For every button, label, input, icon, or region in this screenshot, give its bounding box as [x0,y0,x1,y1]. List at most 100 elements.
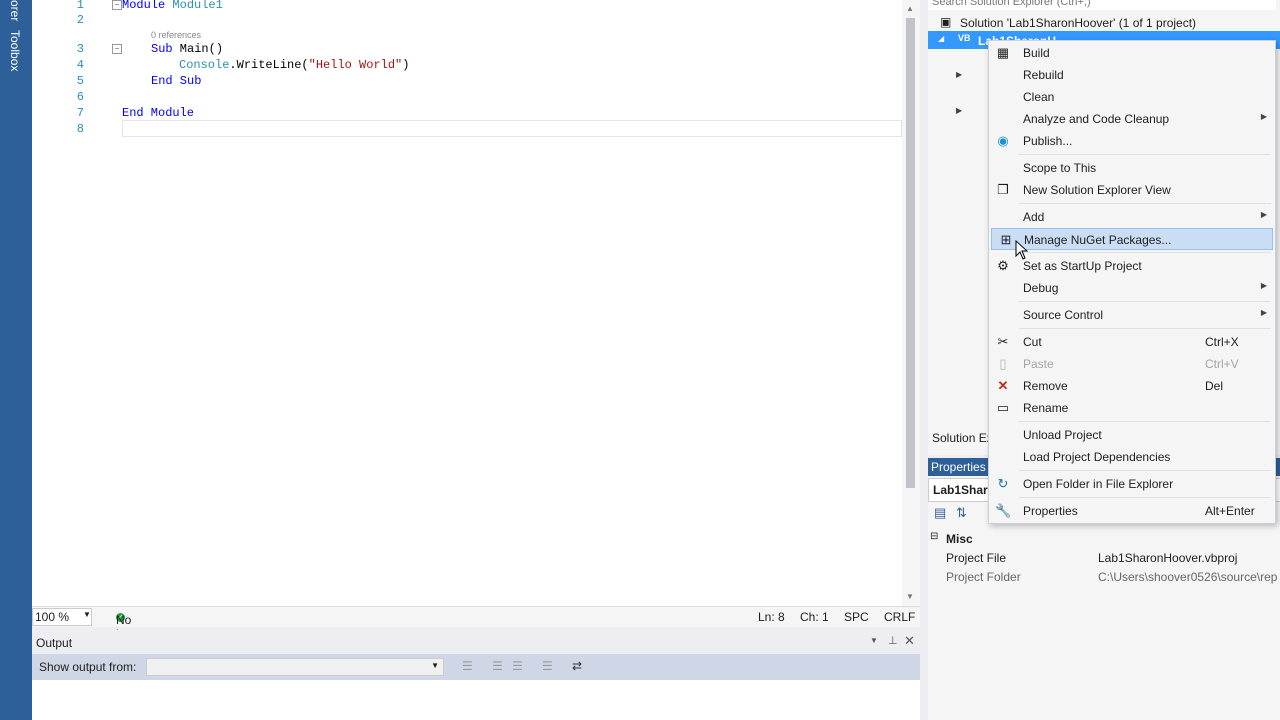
code-line-1: Module Module1 [122,0,223,12]
output-source-select[interactable]: ▼ [146,658,444,676]
categorized-icon[interactable]: ▤ [934,505,946,521]
menu-separator [1019,154,1271,155]
wrench-icon: 🔧 [995,503,1012,518]
tab-label: Solution Ex [932,431,993,445]
solution-label: Solution 'Lab1SharonHoover' (1 of 1 proj… [960,16,1197,30]
explorer-rail-tab[interactable]: orer [8,0,22,21]
keyword: Sub [151,42,173,56]
show-output-from-label: Show output from: [39,660,137,674]
panel-splitter[interactable] [920,0,928,720]
menu-item-properties[interactable]: 🔧 Properties Alt+Enter [989,500,1275,522]
zoom-dropdown[interactable]: 100 % ▼ [32,608,92,626]
menu-item-build[interactable]: ▦ Build [989,42,1275,64]
line-indicator[interactable]: Ln: 8 [758,610,785,624]
menu-item-analyze[interactable]: Analyze and Code Cleanup ▶ [989,108,1275,130]
scissors-icon: ✂ [997,334,1009,349]
submenu-arrow-icon: ▶ [1260,210,1267,219]
solution-node[interactable]: ▣ Solution 'Lab1SharonHoover' (1 of 1 pr… [928,13,1280,31]
toolbox-rail-tab[interactable]: Toolbox [8,30,22,71]
method-call: .WriteLine( [229,58,309,72]
property-row[interactable]: Project Folder C:\Users\shoover0526\sour… [928,568,1280,587]
menu-item-shortcut: Ctrl+V [1205,357,1239,371]
expand-arrow-icon[interactable]: ▶ [956,106,962,115]
code-line-7: End Module [122,106,195,120]
dropdown-arrow-icon[interactable]: ▼ [870,636,878,645]
column-indicator[interactable]: Ch: 1 [800,610,829,624]
code-line-5: End Sub [151,74,202,88]
category-label: Misc [946,532,973,546]
expand-arrow-icon[interactable]: ◢ [938,34,944,43]
line-number-gutter: 1 2 3 4 5 6 7 8 [32,0,112,606]
menu-item-clean[interactable]: Clean [989,86,1275,108]
menu-item-label: Paste [1023,357,1054,371]
build-icon: ▦ [996,45,1010,60]
scroll-up-arrow-icon[interactable]: ▲ [906,4,914,13]
mouse-cursor-icon [1015,240,1029,260]
menu-item-rename[interactable]: ▭ Rename [989,397,1275,419]
line-number: 4 [76,58,84,72]
output-panel: Output ▼ ⊥ ✕ Show output from: ▼ ☰ ☰ ☰ ☰… [32,630,920,720]
clear-all-icon[interactable]: ☰ [542,659,553,673]
menu-item-startup[interactable]: ⚙ Set as StartUp Project [989,255,1275,277]
line-number: 2 [76,13,84,27]
code-line-4: Console.WriteLine("Hello World") [179,58,409,72]
properties-category-misc[interactable]: ⊟ Misc [928,530,1280,549]
menu-item-open-folder[interactable]: ↻ Open Folder in File Explorer [989,473,1275,495]
whitespace-indicator[interactable]: SPC [844,610,869,624]
solution-search-input[interactable]: Search Solution Explorer (Ctrl+;) [928,0,1276,10]
line-ending-indicator[interactable]: CRLF [884,610,915,624]
previous-message-icon[interactable]: ☰ [492,659,503,673]
menu-item-publish[interactable]: ◉ Publish... [989,130,1275,152]
menu-item-label: Rename [1023,401,1069,415]
menu-item-label: Source Control [1023,308,1104,322]
line-number: 3 [76,42,84,56]
menu-item-label: Remove [1023,379,1068,393]
menu-item-debug[interactable]: Debug ▶ [989,277,1275,299]
menu-item-label: Debug [1023,281,1059,295]
menu-item-nuget[interactable]: ⊞ Manage NuGet Packages... [991,228,1273,250]
word-wrap-icon[interactable]: ⇄ [572,659,582,673]
menu-item-source-control[interactable]: Source Control ▶ [989,304,1275,326]
menu-separator [1019,470,1271,471]
left-tool-rail: orer Toolbox [0,0,32,720]
menu-separator [1019,328,1271,329]
expand-arrow-icon[interactable]: ▶ [956,70,962,79]
editor-vertical-scrollbar[interactable]: ▲ ▼ [902,0,920,606]
menu-separator [1019,301,1271,302]
menu-item-label: Publish... [1023,134,1073,148]
scroll-down-arrow-icon[interactable]: ▼ [906,592,914,601]
next-message-icon[interactable]: ☰ [512,659,523,673]
menu-item-paste[interactable]: ▯ Paste Ctrl+V [989,353,1275,375]
menu-item-unload[interactable]: Unload Project [989,424,1275,446]
type-name: Console [179,58,230,72]
menu-item-cut[interactable]: ✂ Cut Ctrl+X [989,331,1275,353]
references-codelens[interactable]: 0 references [151,30,201,40]
close-icon[interactable]: ✕ [904,633,915,649]
line-number: 8 [76,122,84,136]
property-value: Lab1SharonHoover.vbproj [1098,551,1238,565]
menu-item-scope[interactable]: Scope to This [989,157,1275,179]
property-row[interactable]: Project File Lab1SharonHoover.vbproj [928,549,1280,568]
remove-x-icon: ✕ [997,378,1009,393]
rename-icon: ▭ [996,400,1010,415]
line-number: 1 [76,0,84,12]
refresh-arrow-icon: ↻ [997,476,1009,491]
output-title: Output [36,636,73,650]
menu-item-add[interactable]: Add ▶ [989,206,1275,228]
menu-item-new-view[interactable]: ❐ New Solution Explorer View [989,179,1275,201]
find-message-icon[interactable]: ☰ [462,659,473,673]
menu-item-rebuild[interactable]: Rebuild [989,64,1275,86]
scrollbar-thumb[interactable] [906,18,915,488]
chevron-down-icon: ▼ [431,661,439,670]
menu-item-remove[interactable]: ✕ Remove Del [989,375,1275,397]
menu-item-load-deps[interactable]: Load Project Dependencies [989,446,1275,468]
menu-item-label: Load Project Dependencies [1023,450,1171,464]
pin-icon[interactable]: ⊥ [888,634,898,647]
code-editor[interactable]: 1 2 3 4 5 6 7 8 − − Module Module1 0 ref… [32,0,920,606]
collapse-icon[interactable]: ⊟ [930,531,938,542]
collapse-module-icon[interactable]: − [112,0,122,10]
collapse-sub-icon[interactable]: − [112,44,122,54]
menu-item-label: Analyze and Code Cleanup [1023,112,1170,126]
alphabetical-sort-icon[interactable]: ⇅ [956,505,967,521]
menu-item-label: Scope to This [1023,161,1097,175]
